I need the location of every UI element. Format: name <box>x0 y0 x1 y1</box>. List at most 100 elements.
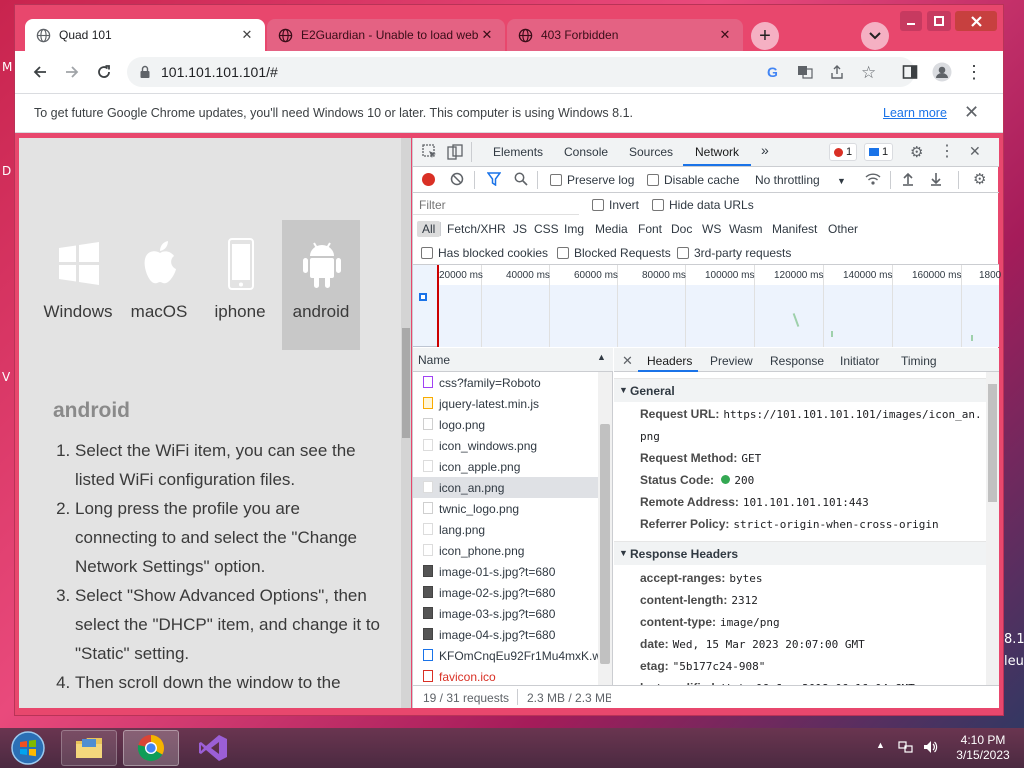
request-row[interactable]: icon_windows.png <box>413 435 598 456</box>
type-filter-ws[interactable]: WS <box>702 222 721 236</box>
checkbox[interactable] <box>557 247 569 259</box>
close-window-button[interactable] <box>955 11 997 31</box>
network-conditions-icon[interactable] <box>865 172 881 189</box>
checkbox[interactable] <box>652 199 664 211</box>
tab-timing[interactable]: Timing <box>901 354 937 368</box>
start-button[interactable] <box>8 730 48 766</box>
disable-cache-checkbox[interactable]: Disable cache <box>647 173 739 187</box>
request-row[interactable]: KFOmCnqEu92Fr1Mu4mxK.w <box>413 645 598 666</box>
clear-icon[interactable] <box>450 172 464 189</box>
request-row[interactable]: logo.png <box>413 414 598 435</box>
checkbox[interactable] <box>647 174 659 186</box>
profile-avatar-icon[interactable] <box>931 61 953 83</box>
request-row[interactable]: twnic_logo.png <box>413 498 598 519</box>
checkbox[interactable] <box>421 247 433 259</box>
request-row[interactable]: jquery-latest.min.js <box>413 393 598 414</box>
close-icon[interactable]: ✕ <box>964 102 979 123</box>
tab-elements[interactable]: Elements <box>493 145 543 159</box>
request-row[interactable]: image-02-s.jpg?t=680 <box>413 582 598 603</box>
type-filter-doc[interactable]: Doc <box>671 222 692 236</box>
close-tab-icon[interactable]: ✕ <box>479 27 495 43</box>
taskbar-visual-studio[interactable] <box>185 730 241 766</box>
more-tabs-icon[interactable]: » <box>761 142 769 158</box>
taskbar-chrome[interactable] <box>123 730 179 766</box>
settings-gear-icon[interactable]: ⚙ <box>910 143 923 161</box>
url-text[interactable]: 101.101.101.101/# <box>161 64 278 80</box>
type-filter-wasm[interactable]: Wasm <box>729 222 763 236</box>
import-har-icon[interactable] <box>902 172 914 189</box>
tab-headers[interactable]: Headers <box>647 354 692 368</box>
record-icon[interactable] <box>422 173 435 186</box>
close-tab-icon[interactable]: ✕ <box>239 27 255 43</box>
network-tray-icon[interactable] <box>898 739 914 758</box>
taskbar-file-explorer[interactable] <box>61 730 117 766</box>
new-tab-button[interactable]: + <box>751 22 779 50</box>
maximize-button[interactable] <box>927 11 951 31</box>
tab-preview[interactable]: Preview <box>710 354 753 368</box>
checkbox[interactable] <box>550 174 562 186</box>
preserve-log-checkbox[interactable]: Preserve log <box>550 173 634 187</box>
os-option-macos[interactable]: macOS <box>120 220 198 350</box>
filter-input[interactable]: Filter <box>413 195 579 215</box>
sort-arrow-icon[interactable]: ▲ <box>597 352 606 362</box>
timeline-selection[interactable] <box>413 265 439 347</box>
filter-icon[interactable] <box>486 172 502 189</box>
export-har-icon[interactable] <box>930 172 942 189</box>
blocked-cookies-checkbox[interactable]: Has blocked cookies <box>421 246 548 260</box>
request-row[interactable]: image-04-s.jpg?t=680 <box>413 624 598 645</box>
os-option-iphone[interactable]: iphone <box>201 220 279 350</box>
tab-403-forbidden[interactable]: 403 Forbidden ✕ <box>507 19 743 51</box>
close-tab-icon[interactable]: ✕ <box>717 27 733 43</box>
type-filter-manifest[interactable]: Manifest <box>772 222 817 236</box>
inspect-element-icon[interactable] <box>422 144 438 163</box>
type-filter-media[interactable]: Media <box>595 222 628 236</box>
checkbox[interactable] <box>592 199 604 211</box>
search-icon[interactable] <box>514 172 528 189</box>
request-row[interactable]: image-03-s.jpg?t=680 <box>413 603 598 624</box>
request-row[interactable]: image-01-s.jpg?t=680 <box>413 561 598 582</box>
learn-more-link[interactable]: Learn more <box>883 106 947 120</box>
kebab-menu-icon[interactable]: ⋮ <box>963 61 985 83</box>
google-icon[interactable]: G <box>767 64 778 80</box>
request-row[interactable]: lang.png <box>413 519 598 540</box>
request-row-selected[interactable]: icon_an.png <box>413 477 598 498</box>
os-option-windows[interactable]: Windows <box>39 220 117 350</box>
scrollbar-thumb[interactable] <box>988 384 997 502</box>
tab-console[interactable]: Console <box>564 145 608 159</box>
translate-icon[interactable] <box>797 64 813 83</box>
checkbox[interactable] <box>677 247 689 259</box>
tray-expand-icon[interactable]: ▲ <box>876 740 885 750</box>
scrollbar-thumb[interactable] <box>402 328 410 438</box>
os-option-android[interactable]: android <box>282 220 360 350</box>
type-filter-other[interactable]: Other <box>828 222 858 236</box>
tab-quad101[interactable]: Quad 101 ✕ <box>25 19 265 51</box>
request-row[interactable]: css?family=Roboto <box>413 372 598 393</box>
blocked-requests-checkbox[interactable]: Blocked Requests <box>557 246 671 260</box>
share-icon[interactable] <box>829 64 845 83</box>
request-row[interactable]: icon_apple.png <box>413 456 598 477</box>
close-devtools-icon[interactable]: ✕ <box>969 143 981 160</box>
tab-search-button[interactable] <box>861 22 889 50</box>
type-filter-font[interactable]: Font <box>638 222 662 236</box>
response-headers-section-header[interactable]: ▼ Response Headers <box>614 541 986 565</box>
device-toolbar-icon[interactable] <box>447 144 463 163</box>
hide-data-urls-checkbox[interactable]: Hide data URLs <box>652 198 754 212</box>
detail-scrollbar[interactable] <box>986 372 999 685</box>
page-scrollbar[interactable] <box>401 138 411 708</box>
invert-checkbox[interactable]: Invert <box>592 198 639 212</box>
type-filter-all[interactable]: All <box>417 221 441 237</box>
lock-icon[interactable] <box>139 65 151 82</box>
third-party-checkbox[interactable]: 3rd-party requests <box>677 246 791 260</box>
throttling-select[interactable]: No throttling ▼ <box>755 173 846 187</box>
tab-response[interactable]: Response <box>770 354 824 368</box>
reload-icon[interactable] <box>93 61 115 83</box>
bookmark-star-icon[interactable]: ☆ <box>861 63 876 83</box>
address-bar[interactable]: 101.101.101.101/# G ☆ <box>127 57 915 87</box>
type-filter-css[interactable]: CSS <box>534 222 559 236</box>
type-filter-fetch[interactable]: Fetch/XHR <box>447 222 506 236</box>
message-badge[interactable]: 1 <box>864 143 894 161</box>
side-panel-icon[interactable] <box>899 61 921 83</box>
request-list-scrollbar[interactable] <box>598 372 612 685</box>
name-column-header[interactable]: Name <box>418 353 450 367</box>
tab-initiator[interactable]: Initiator <box>840 354 879 368</box>
